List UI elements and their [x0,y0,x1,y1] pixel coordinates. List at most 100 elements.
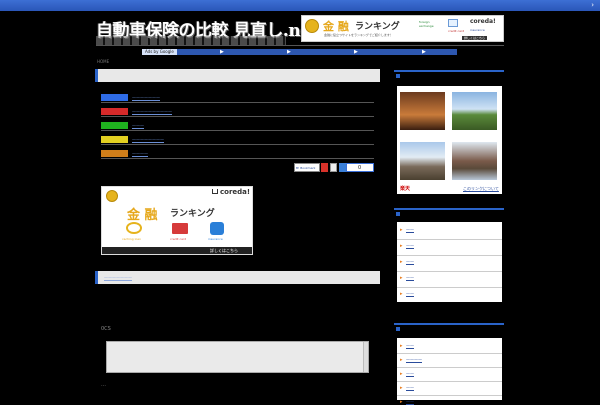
scrollbar[interactable] [363,342,368,372]
list-item-link[interactable]: ——————— [132,95,160,100]
sidebar-item-link[interactable]: —— [406,227,414,232]
rakuten-label[interactable]: 楽天 [400,185,410,192]
banner-brand: coreda! [470,18,496,25]
sidebar-item-link[interactable]: —— [406,243,414,248]
ad-item: caching loan [122,237,142,241]
sidebar-item[interactable]: ▸ —— [397,382,502,396]
sidebar-item[interactable]: ▸ ———— [397,354,502,368]
list-item[interactable]: ——————— [101,92,374,103]
title-reflection [96,36,286,45]
ad-item: insurance [208,237,223,241]
sidebar-list: ▸ —— ▸ ———— ▸ —— ▸ —— ▸ —— [397,338,502,405]
ad-headline: ランキング [170,209,215,219]
color-swatch [101,136,128,143]
top-bar: › [0,0,600,11]
sidebar-item-link[interactable]: —— [406,259,414,264]
sidebar-item[interactable]: ▸ —— [397,272,502,288]
post-title-link[interactable]: ——————— [104,275,132,280]
list-item[interactable]: —————————— [101,106,374,117]
photo-thumbnail[interactable] [452,92,497,130]
list-item[interactable]: ——— [101,120,374,131]
top-ad-banner[interactable]: 金 融 ランキング 金融に役立つサイトをランキングでご紹介します！ coreda… [301,15,504,42]
sidebar-item-link[interactable]: —— [406,291,414,296]
about-link[interactable]: このリンクについて [463,186,499,192]
bullet-icon: ▸ [400,227,403,233]
coin-icon [305,19,319,33]
sidebar-item-link[interactable]: —— [406,275,414,280]
banner-headline: ランキング [355,22,400,32]
photo-thumbnail[interactable] [400,92,445,130]
ads-label[interactable]: Ads by Google [142,49,177,55]
sidebar-heading [394,70,504,79]
coins-icon [126,222,142,234]
sidebar-item[interactable]: ▸ —— [397,256,502,272]
count-label: 0 [358,165,362,171]
banner-tag: foreign exchange [419,20,434,28]
chevron-right-icon[interactable]: › [591,1,594,9]
list-item-link[interactable]: —————————— [132,109,172,114]
sidebar-item[interactable]: ▸ —— [397,368,502,382]
bullet-icon: ▸ [400,385,403,391]
ad-link[interactable]: ▶ [354,49,358,55]
heading-marker-icon [396,212,400,216]
sidebar-item[interactable]: ▸ —— [397,224,502,240]
ad-link[interactable]: ▶ [220,49,224,55]
ad-link[interactable]: ▶ [422,49,426,55]
bullet-icon: ▸ [400,259,403,265]
trackback-label: … [101,382,106,388]
post-header [95,271,380,284]
share-icon[interactable] [321,163,328,172]
bullet-icon: ▸ [400,275,403,281]
share-icon[interactable] [339,163,346,172]
color-swatch [101,122,128,129]
banner-subtext: 金融に役立つサイトをランキングでご紹介します！ [324,33,393,37]
coin-icon [106,190,118,202]
bullet-icon: ▸ [400,243,403,249]
banner-tag: credit card [448,29,465,33]
ad-headline-big: 金 融 [127,208,158,223]
breadcrumb[interactable]: HOME [97,59,109,64]
banner-cta[interactable]: 詳しくはこちら [462,36,488,40]
sidebar-item-link[interactable]: —— [406,385,414,390]
sidebar-item[interactable]: ▸ —— [397,340,502,354]
ad-link[interactable]: ▶ [287,49,291,55]
sidebar-heading [394,323,504,332]
photo-thumbnail[interactable] [452,142,497,180]
credit-card-icon [172,223,188,234]
sidebar-item[interactable]: ▸ —— [397,288,502,302]
insurance-icon [210,222,224,235]
sidebar-item-link[interactable]: —— [406,371,414,376]
share-icon[interactable] [330,163,337,172]
banner-tag: insurance [470,28,485,32]
heading-marker-icon [396,327,400,331]
bookmark-label: B! Bookmark [296,166,316,170]
bullet-icon: ▸ [400,357,403,363]
sidebar-item-link[interactable]: ———— [406,357,422,362]
color-swatch [101,108,128,115]
list-item[interactable]: ———————— [101,134,374,145]
coreda-ad-banner[interactable]: coreda! 金 融 ランキング caching loan credit ca… [101,186,253,255]
tweet-count[interactable]: 0 [346,163,374,172]
comments-label: 0CS [101,326,111,332]
sidebar-item[interactable]: ▸ —— [397,240,502,256]
bullet-icon: ▸ [400,291,403,297]
bookmark-button[interactable]: B! Bookmark [294,163,320,172]
ad-cta[interactable]: 詳しくはこちら [210,248,238,254]
list-item[interactable]: ———— [101,148,374,159]
ad-item: credit card [170,237,187,241]
ad-links-bar: Ads by Google ▶ ▶ ▶ ▶ [142,49,457,55]
list-item-link[interactable]: ———— [132,151,148,156]
sidebar-heading [394,208,504,217]
sidebar-list: ▸ —— ▸ —— ▸ —— ▸ —— ▸ —— [397,222,502,302]
sidebar-item[interactable]: ▸ —— [397,396,502,405]
color-swatch [101,94,128,101]
list-item-link[interactable]: ———————— [132,137,164,142]
sidebar-item-link[interactable]: —— [406,343,414,348]
banner-headline-big: 金 融 [323,20,349,33]
bullet-icon: ▸ [400,343,403,349]
photo-thumbnail[interactable] [400,142,445,180]
comment-textarea[interactable] [106,341,369,373]
photo-widget: 楽天 このリンクについて [397,86,502,194]
list-item-link[interactable]: ——— [132,123,144,128]
main-panel-header [95,69,380,82]
